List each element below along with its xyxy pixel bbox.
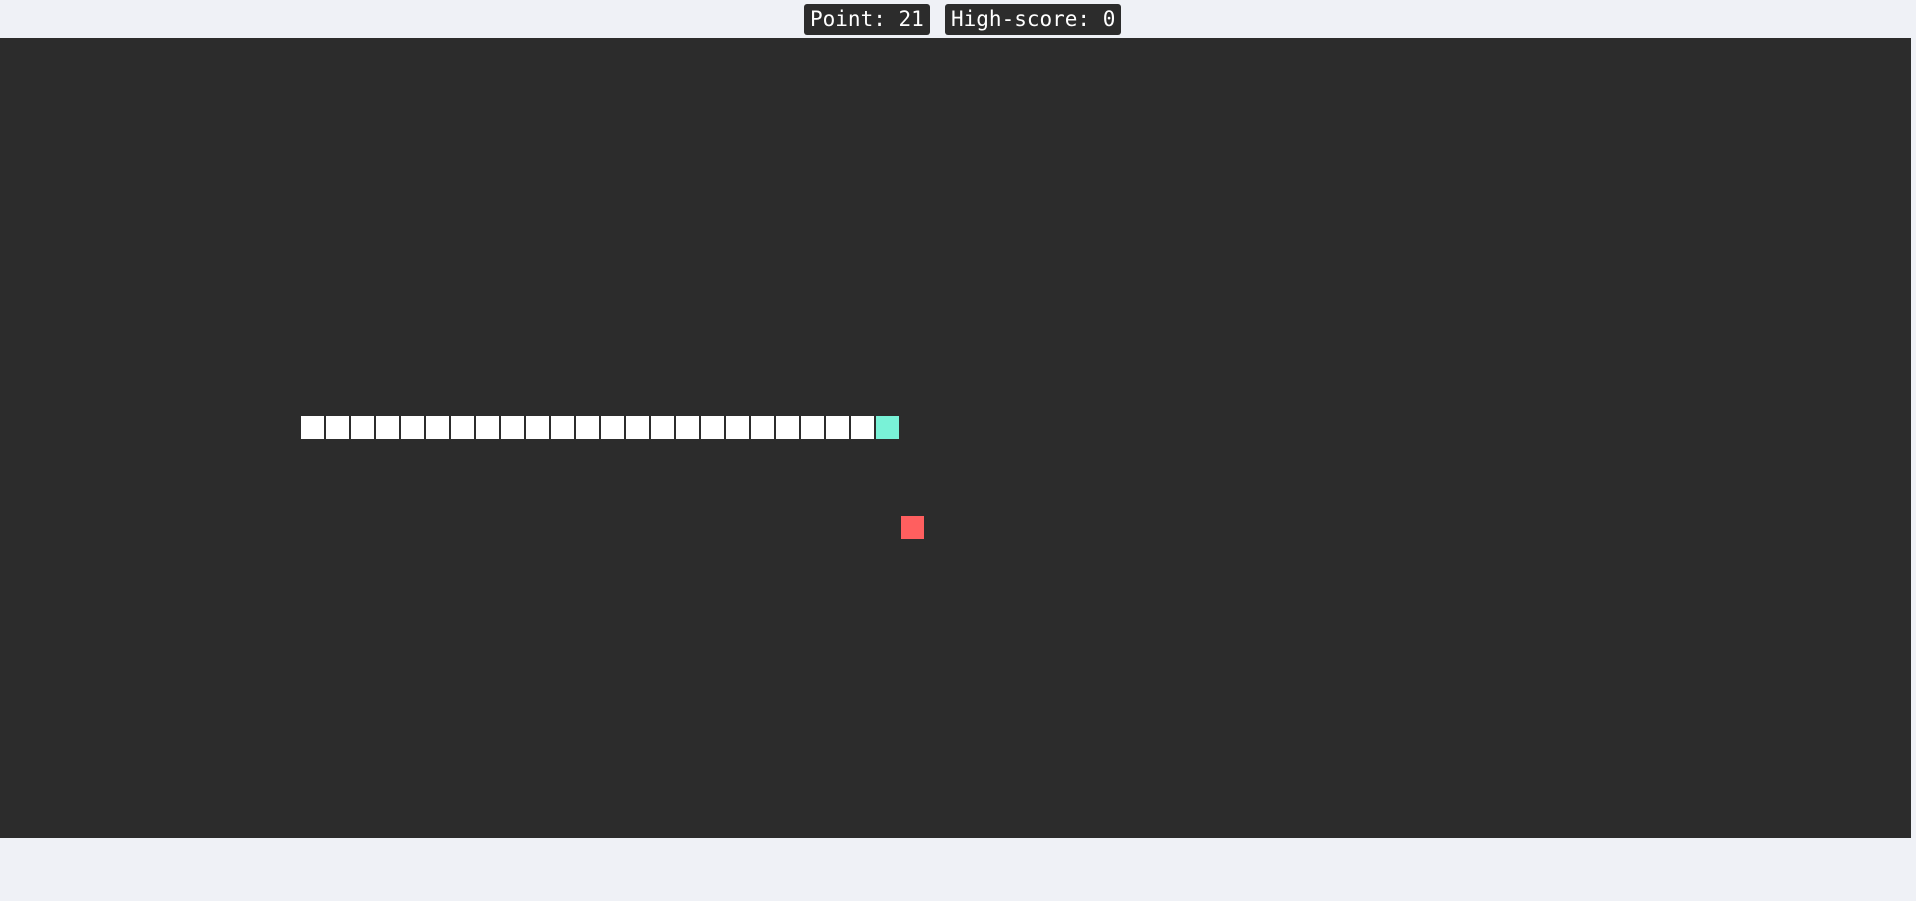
snake-body-segment bbox=[676, 416, 699, 439]
snake-body-segment bbox=[851, 416, 874, 439]
snake-body-segment bbox=[326, 416, 349, 439]
snake-body-segment bbox=[451, 416, 474, 439]
snake-body-segment bbox=[401, 416, 424, 439]
snake-body-segment bbox=[301, 416, 324, 439]
snake-body-segment bbox=[376, 416, 399, 439]
snake-body-segment bbox=[701, 416, 724, 439]
snake-body-segment bbox=[776, 416, 799, 439]
food-pellet bbox=[901, 516, 924, 539]
snake-body-segment bbox=[726, 416, 749, 439]
point-counter: Point: 21 bbox=[804, 4, 930, 35]
highscore-counter: High-score: 0 bbox=[945, 4, 1122, 35]
snake-head bbox=[876, 416, 899, 439]
game-board[interactable] bbox=[0, 38, 1911, 838]
snake-body-segment bbox=[476, 416, 499, 439]
snake-body-segment bbox=[526, 416, 549, 439]
snake-body-segment bbox=[601, 416, 624, 439]
snake-body-segment bbox=[801, 416, 824, 439]
score-bar: Point: 21 High-score: 0 bbox=[0, 3, 1916, 36]
snake-body-segment bbox=[826, 416, 849, 439]
snake-body-segment bbox=[501, 416, 524, 439]
snake-body-segment bbox=[651, 416, 674, 439]
snake-game-page: Point: 21 High-score: 0 bbox=[0, 0, 1916, 901]
snake-body-segment bbox=[751, 416, 774, 439]
snake-body-segment bbox=[351, 416, 374, 439]
snake-body-segment bbox=[426, 416, 449, 439]
snake-body-segment bbox=[551, 416, 574, 439]
snake-body-segment bbox=[626, 416, 649, 439]
snake-body-segment bbox=[576, 416, 599, 439]
